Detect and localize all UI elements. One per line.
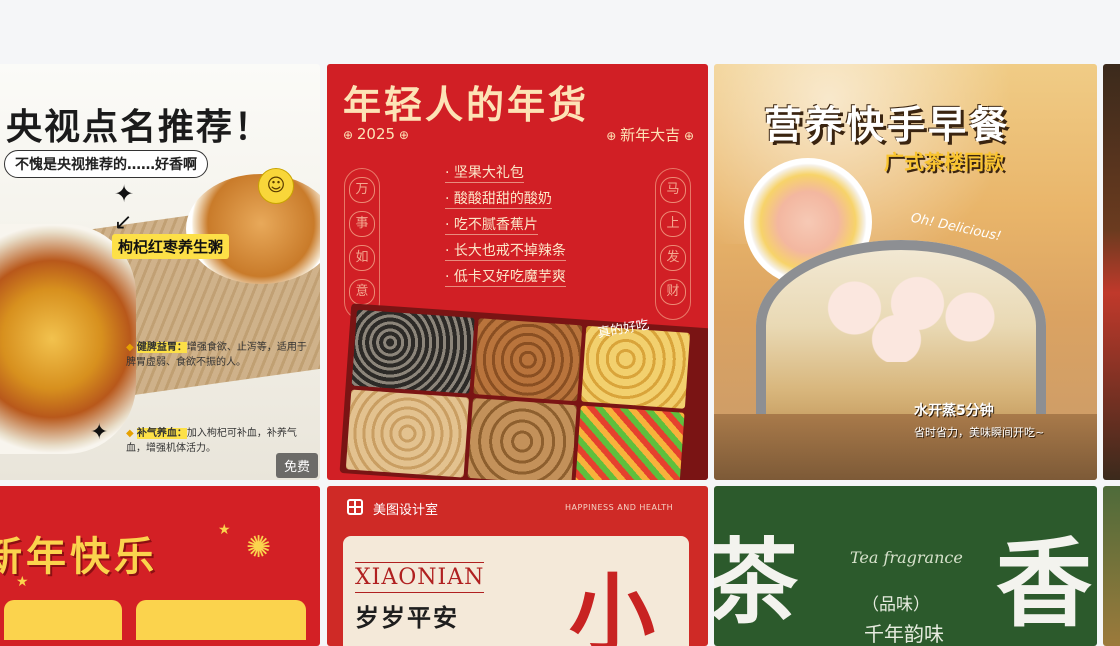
free-badge: 免费	[275, 453, 318, 478]
plus-icon: ⊕	[395, 128, 409, 142]
walnuts	[467, 398, 577, 480]
tea-pin: （品味）	[862, 595, 930, 615]
list-item: · 低卡又好吃魔芋爽	[445, 266, 566, 287]
template-card-new-year[interactable]: 新年快乐 ✺ ★ ★	[0, 486, 320, 646]
bullet-1: ◆ 健脾益胃：增强食欲、止泻等，适用于脾胃虚弱、食欲不振的人。	[126, 340, 314, 370]
almonds	[473, 318, 583, 402]
vertical-char: 如	[349, 245, 375, 271]
vertical-char: 上	[660, 211, 686, 237]
vertical-right: 马 上 发 财	[655, 168, 691, 320]
tea-en: Tea fragrance	[850, 548, 963, 567]
sparkle-icon: ✦	[114, 180, 135, 208]
sparkle-icon: ✦	[90, 420, 109, 445]
sunflower-seeds	[351, 309, 475, 394]
subtitle: 不愧是央视推荐的……好香啊	[4, 150, 208, 178]
vertical-char: 意	[349, 279, 375, 305]
star-icon: ★	[218, 522, 231, 538]
dumplings	[802, 272, 1012, 362]
list-item: · 坚果大礼包	[445, 162, 524, 183]
smile-icon: ☺	[258, 168, 294, 204]
page-title: 央视点名推荐！	[6, 107, 273, 148]
bullet-1-head: 健脾益胃：	[136, 342, 187, 353]
steam-label: 水开蒸5分钟	[914, 403, 994, 419]
card-frame-right	[136, 600, 306, 640]
banana-chips	[581, 325, 691, 409]
template-card-cctv-porridge[interactable]: 央视点名推荐！ 不愧是央视推荐的……好香啊 ☺ ✦ ↙ 枸杞红枣养生粥 ◆ 健脾…	[0, 64, 320, 480]
bullet-check-icon: ◆	[126, 428, 137, 439]
arrow-icon: ↙	[114, 210, 133, 235]
candy	[575, 405, 685, 480]
bullet-2: ◆ 补气养血：加入枸杞可补血，补养气血，增强机体活力。	[126, 426, 314, 456]
list-item-text: 酸酸甜甜的酸奶	[453, 191, 552, 207]
list-item-text: 吃不腻香蕉片	[453, 217, 538, 233]
page-title: 营养快手早餐	[764, 103, 1011, 147]
peanuts	[345, 389, 470, 478]
template-card-breakfast[interactable]: 营养快手早餐 广式茶楼同款 Oh! Delicious! 水开蒸5分钟 省时省力…	[714, 64, 1097, 480]
template-card-tea[interactable]: 茶 香 Tea fragrance （品味） 千年韵味	[714, 486, 1097, 646]
top-bar	[0, 0, 1120, 64]
tea-line: 千年韵味	[864, 622, 944, 646]
plus-icon: ⊕	[606, 129, 621, 143]
vertical-char: 财	[660, 279, 686, 305]
list-item: · 酸酸甜甜的酸奶	[445, 188, 552, 209]
steam-sublabel: 省时省力，美味瞬间开吃~	[914, 426, 1045, 439]
greeting-row: ⊕ 新年大吉 ⊕	[606, 124, 694, 145]
xiaonian-cn: 岁岁平安	[355, 603, 459, 632]
list-item-text: 低卡又好吃魔芋爽	[453, 269, 566, 285]
snack-tray	[339, 303, 708, 480]
template-card-xiaonian[interactable]: 美图设计室 HAPPINESS AND HEALTH XIAONIAN 岁岁平安…	[327, 486, 708, 646]
plus-icon: ⊕	[343, 128, 357, 142]
xiaonian-big-char: 小	[569, 565, 655, 646]
template-card-partial-right[interactable]	[1103, 64, 1120, 480]
tea-big-char: 茶	[714, 528, 799, 636]
subtitle: 广式茶楼同款	[884, 150, 1004, 174]
card-frame-left	[4, 600, 122, 640]
greeting-label: 新年大吉	[620, 126, 681, 144]
template-card-nianhuo[interactable]: 年轻人的年货 ⊕ 2025 ⊕ ⊕ 新年大吉 ⊕ 万 事 如 意 马 上 发 财…	[327, 64, 708, 480]
star-icon: ★	[16, 574, 29, 590]
vertical-char: 马	[660, 177, 686, 203]
list-item: · 吃不腻香蕉片	[445, 214, 538, 235]
grid-icon	[347, 499, 363, 515]
year-label: 2025	[356, 125, 396, 143]
bullet-check-icon: ◆	[126, 342, 137, 353]
fragrance-big-char: 香	[996, 527, 1092, 640]
brand-name: 美图设计室	[373, 503, 439, 518]
motto: HAPPINESS AND HEALTH	[565, 503, 674, 512]
vertical-char: 万	[349, 177, 375, 203]
plus-icon: ⊕	[680, 129, 694, 143]
list-item-text: 长大也戒不掉辣条	[453, 243, 566, 259]
list-item-text: 坚果大礼包	[453, 165, 524, 181]
firework-icon: ✺	[246, 530, 272, 565]
page-title: 年轻人的年货	[343, 83, 590, 127]
xiaonian-en: XIAONIAN	[355, 562, 485, 593]
food-label: 枸杞红枣养生粥	[112, 234, 230, 259]
vertical-char: 事	[349, 211, 375, 237]
bullet-2-head: 补气养血：	[136, 428, 187, 439]
vertical-char: 发	[660, 245, 686, 271]
template-card-partial-right-2[interactable]	[1103, 486, 1120, 646]
list-item: · 长大也戒不掉辣条	[445, 240, 566, 261]
vertical-left: 万 事 如 意	[344, 168, 380, 320]
